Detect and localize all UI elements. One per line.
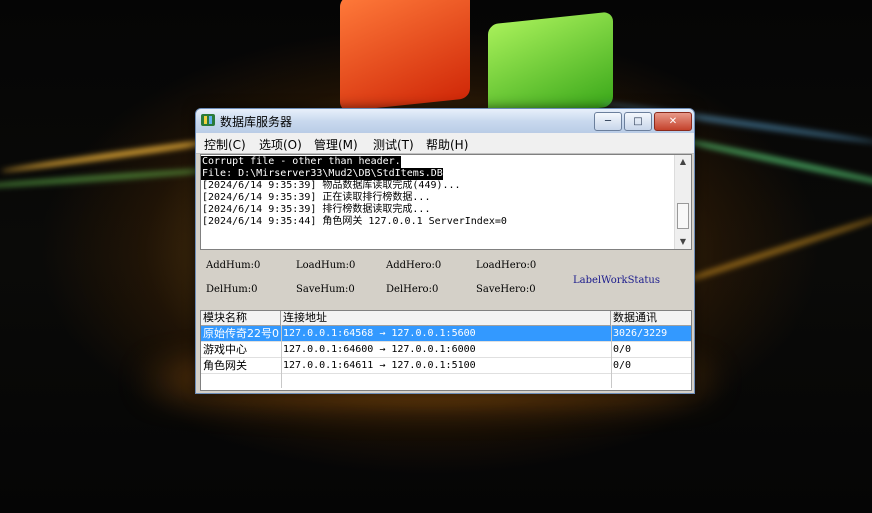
save-hum-label: SaveHum:0 [296, 284, 355, 295]
grid-line [201, 373, 691, 374]
app-icon [201, 114, 215, 126]
cell-module-name: 原始传奇22号0 [203, 327, 279, 340]
menu-bar: 控制(C) 选项(O) 管理(M) 测试(T) 帮助(H) [196, 133, 694, 154]
scroll-down-arrow-icon[interactable]: ▼ [675, 235, 691, 249]
log-line: File: D:\Mirserver33\Mud2\DB\StdItems.DB [201, 168, 443, 180]
windows-logo-red-pane [340, 0, 470, 112]
cell-data-comm: 0/0 [613, 360, 632, 371]
grid-line [281, 325, 282, 388]
label-work-status: LabelWorkStatus [573, 275, 661, 286]
log-line: [2024/6/14 9:35:44] 角色网关 127.0.0.1 Serve… [202, 216, 507, 227]
log-scrollbar[interactable]: ▲ ▼ [674, 155, 691, 249]
gate-list-view[interactable]: 模块名称 连接地址 数据通讯 原始传奇22号0 127.0.0.1:64568 … [200, 310, 692, 391]
maximize-button[interactable]: □ [624, 112, 652, 131]
cell-connection-address: 127.0.0.1:64568 → 127.0.0.1:5600 [283, 328, 476, 339]
log-line: [2024/6/14 9:35:39] 物品数据库读取完成(449)... [202, 180, 461, 191]
cell-data-comm: 3026/3229 [613, 328, 668, 339]
menu-manage[interactable]: 管理(M) [314, 136, 358, 153]
menu-options[interactable]: 选项(O) [259, 136, 302, 153]
close-button[interactable]: ✕ [654, 112, 692, 131]
table-header: 模块名称 连接地址 数据通讯 [201, 311, 691, 326]
table-row[interactable]: 角色网关 127.0.0.1:64611 → 127.0.0.1:5100 0/… [201, 358, 691, 373]
del-hum-label: DelHum:0 [206, 284, 258, 295]
log-line: Corrupt file - other than header. [201, 156, 401, 168]
database-server-window: 数据库服务器 ─ □ ✕ 控制(C) 选项(O) 管理(M) 测试(T) 帮助(… [195, 108, 695, 394]
log-memo[interactable]: Corrupt file - other than header. File: … [200, 154, 692, 250]
cell-module-name: 游戏中心 [203, 343, 247, 356]
scroll-thumb[interactable] [677, 203, 689, 229]
add-hum-label: AddHum:0 [206, 260, 261, 271]
add-hero-label: AddHero:0 [386, 260, 442, 271]
grid-line [201, 357, 691, 358]
log-line: [2024/6/14 9:35:39] 正在读取排行榜数据... [202, 192, 431, 203]
column-header-connection-address[interactable]: 连接地址 [281, 311, 611, 325]
cell-connection-address: 127.0.0.1:64611 → 127.0.0.1:5100 [283, 360, 476, 371]
menu-help[interactable]: 帮助(H) [426, 136, 468, 153]
minimize-button[interactable]: ─ [594, 112, 622, 131]
cell-connection-address: 127.0.0.1:64600 → 127.0.0.1:6000 [283, 344, 476, 355]
column-header-module-name[interactable]: 模块名称 [201, 311, 281, 325]
load-hum-label: LoadHum:0 [296, 260, 356, 271]
column-header-data-comm[interactable]: 数据通讯 [611, 311, 691, 325]
save-hero-label: SaveHero:0 [476, 284, 536, 295]
stats-panel: AddHum:0 LoadHum:0 AddHero:0 LoadHero:0 … [200, 251, 690, 309]
grid-line [201, 341, 691, 342]
cell-data-comm: 0/0 [613, 344, 632, 355]
windows-logo-green-pane [488, 11, 613, 120]
menu-control[interactable]: 控制(C) [204, 136, 246, 153]
cell-module-name: 角色网关 [203, 359, 247, 372]
scroll-up-arrow-icon[interactable]: ▲ [675, 155, 691, 169]
title-bar[interactable]: 数据库服务器 ─ □ ✕ [196, 109, 694, 133]
menu-test[interactable]: 测试(T) [373, 136, 414, 153]
log-line: [2024/6/14 9:35:39] 排行榜数据读取完成... [202, 204, 431, 215]
table-row[interactable]: 原始传奇22号0 127.0.0.1:64568 → 127.0.0.1:560… [201, 326, 691, 341]
table-row[interactable]: 游戏中心 127.0.0.1:64600 → 127.0.0.1:6000 0/… [201, 342, 691, 357]
load-hero-label: LoadHero:0 [476, 260, 537, 271]
window-title: 数据库服务器 [220, 115, 293, 129]
grid-line [611, 325, 612, 388]
del-hero-label: DelHero:0 [386, 284, 439, 295]
